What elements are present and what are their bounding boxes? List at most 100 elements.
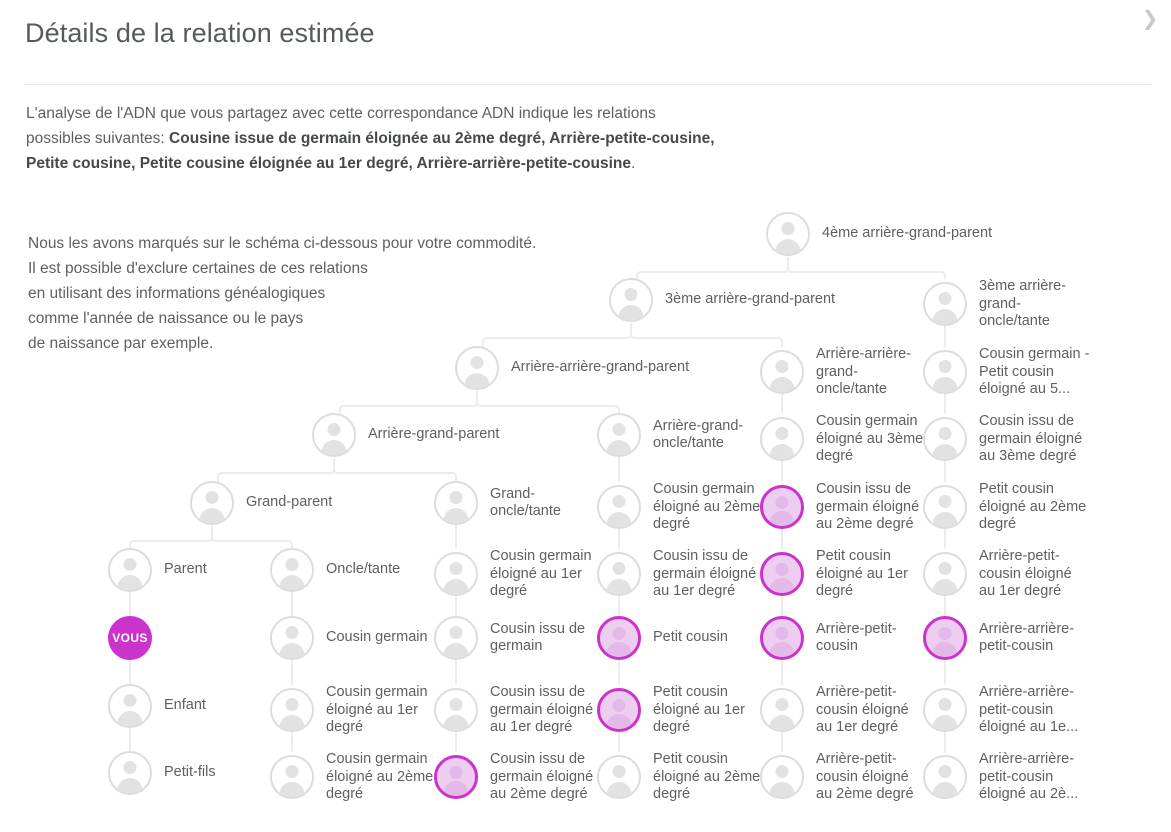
avatar-body [606, 440, 632, 455]
diagram-explanation-paragraph: Nous les avons marqués sur le schéma ci-… [28, 235, 537, 352]
tree-node[interactable]: Cousin issu de germain éloigné au 1er de… [597, 548, 756, 601]
person-avatar-icon [434, 552, 478, 597]
avatar-head [449, 626, 463, 639]
tree-node[interactable]: 3ème arrière-grand-parent [609, 278, 835, 322]
tree-node[interactable]: Oncle/tante [270, 548, 400, 592]
tree-node[interactable]: Petit cousin éloigné au 1er degré [760, 548, 908, 601]
tree-node[interactable]: Parent [108, 548, 207, 592]
person-avatar-icon [597, 552, 641, 597]
person-avatar-icon [597, 485, 641, 530]
avatar-head [612, 627, 626, 640]
tree-node[interactable]: Petit-fils [108, 751, 216, 795]
avatar-head [449, 491, 463, 504]
tree-node[interactable]: Arrière-arrière- grand- oncle/tante [760, 346, 911, 399]
tree-node[interactable]: Cousin germain éloigné au 1er degré [434, 548, 592, 601]
tree-node[interactable]: 4ème arrière-grand-parent [766, 212, 992, 256]
tree-node[interactable]: Arrière-arrière-grand-parent [455, 346, 689, 390]
avatar-head [612, 699, 626, 713]
avatar-head [938, 427, 952, 441]
tree-node[interactable]: Cousin germain [270, 616, 428, 660]
tree-node-label: Cousin issu de germain éloigné au 1er de… [490, 684, 594, 735]
tree-node[interactable]: Cousin issu de germain éloigné au 2ème d… [760, 481, 919, 534]
avatar-head [775, 765, 789, 779]
avatar-body [606, 579, 632, 595]
avatar-head [938, 698, 952, 712]
tree-node[interactable]: 3ème arrière- grand- oncle/tante [923, 278, 1066, 331]
close-icon[interactable]: ❯ [1133, 2, 1167, 36]
tree-node[interactable]: Cousin issu de germain éloigné au 2ème d… [434, 751, 593, 804]
tree-node-label: Cousin germain éloigné au 2ème degré [326, 751, 434, 802]
tree-node[interactable]: Cousin issu de germain éloigné au 1er de… [434, 684, 593, 737]
avatar-body [117, 778, 143, 793]
tree-node-self[interactable]: VOUS [108, 616, 152, 660]
avatar-body [769, 642, 795, 657]
tree-node[interactable]: Arrière-grand-parent [312, 413, 499, 457]
avatar-head [205, 491, 219, 504]
tree-node-label: Parent [164, 561, 207, 578]
avatar-body [199, 508, 225, 523]
tree-node[interactable]: Arrière-petit- cousin [760, 616, 897, 660]
page-title: Détails de la relation estimée [25, 18, 375, 48]
tree-node-label: Cousin germain - Petit cousin éloigné au… [979, 346, 1090, 397]
avatar-body [279, 782, 305, 798]
person-avatar-icon [766, 212, 810, 256]
tree-node-label: Petit cousin éloigné au 2ème degré [979, 481, 1087, 532]
person-avatar-icon [597, 616, 641, 660]
tree-node-label: Arrière-petit- cousin éloigné au 2ème de… [816, 751, 914, 802]
tree-node-label: 3ème arrière-grand-parent [665, 291, 836, 308]
tree-node[interactable]: Cousin germain éloigné au 1er degré [270, 684, 428, 737]
avatar-body [769, 578, 795, 594]
avatar-head [938, 495, 952, 509]
tree-node[interactable]: Petit cousin [597, 616, 728, 660]
self-badge: VOUS [108, 616, 152, 660]
header-divider [25, 84, 1151, 85]
avatar-body [279, 715, 305, 731]
tree-node[interactable]: Cousin germain éloigné au 2ème degré [597, 481, 760, 534]
tree-node[interactable]: Enfant [108, 684, 206, 728]
person-avatar-icon [597, 755, 641, 800]
avatar-head [775, 360, 789, 374]
tree-node[interactable]: Grand- oncle/tante [434, 481, 561, 525]
person-avatar-icon [760, 616, 804, 660]
tree-node[interactable]: Cousin germain - Petit cousin éloigné au… [923, 346, 1089, 399]
avatar-head [775, 627, 789, 640]
avatar-head [938, 292, 952, 306]
tree-node-label: Enfant [164, 697, 206, 714]
avatar-body [443, 579, 469, 595]
tree-node[interactable]: Arrière-petit- cousin éloigné au 2ème de… [760, 751, 914, 804]
tree-node-label: Arrière-arrière-grand-parent [511, 359, 690, 376]
tree-node-label: Petit cousin éloigné au 1er degré [653, 684, 745, 735]
tree-node[interactable]: Arrière-petit- cousin éloigné au 1er deg… [923, 548, 1072, 601]
tree-node-label: Cousin issu de germain [490, 620, 586, 655]
tree-node-label: Cousin germain [326, 629, 428, 646]
avatar-body [775, 239, 801, 254]
tree-node[interactable]: Cousin germain éloigné au 3ème degré [760, 413, 923, 466]
tree-node[interactable]: Arrière-arrière- petit-cousin [923, 616, 1074, 660]
tree-node[interactable]: Petit cousin éloigné au 2ème degré [923, 481, 1086, 534]
person-avatar-icon [609, 278, 653, 322]
tree-node[interactable]: Cousin germain éloigné au 2ème degré [270, 751, 433, 804]
person-avatar-icon [923, 417, 967, 462]
tree-node-label: Cousin germain éloigné au 3ème degré [816, 413, 924, 464]
tree-node[interactable]: Grand-parent [190, 481, 332, 525]
tree-node-label: Arrière-grand- oncle/tante [653, 417, 744, 452]
tree-node[interactable]: Arrière-arrière- petit-cousin éloigné au… [923, 751, 1078, 804]
tree-node-label: 3ème arrière- grand- oncle/tante [979, 278, 1067, 329]
tree-node[interactable]: Arrière-arrière- petit-cousin éloigné au… [923, 684, 1078, 737]
person-avatar-icon [270, 616, 314, 660]
avatar-body [117, 711, 143, 726]
avatar-body [443, 508, 469, 523]
avatar-head [123, 694, 137, 707]
tree-node[interactable]: Cousin issu de germain [434, 616, 585, 660]
person-avatar-icon [760, 350, 804, 395]
avatar-body [117, 575, 143, 590]
person-avatar-icon [923, 350, 967, 395]
tree-node[interactable]: Petit cousin éloigné au 1er degré [597, 684, 745, 737]
tree-node-label: Arrière-petit- cousin éloigné au 1er deg… [979, 548, 1072, 599]
avatar-body [932, 579, 958, 595]
tree-node[interactable]: Arrière-grand- oncle/tante [597, 413, 743, 457]
avatar-head [775, 427, 789, 441]
tree-node[interactable]: Cousin issu de germain éloigné au 3ème d… [923, 413, 1082, 466]
tree-node[interactable]: Petit cousin éloigné au 2ème degré [597, 751, 760, 804]
tree-node[interactable]: Arrière-petit- cousin éloigné au 1er deg… [760, 684, 909, 737]
